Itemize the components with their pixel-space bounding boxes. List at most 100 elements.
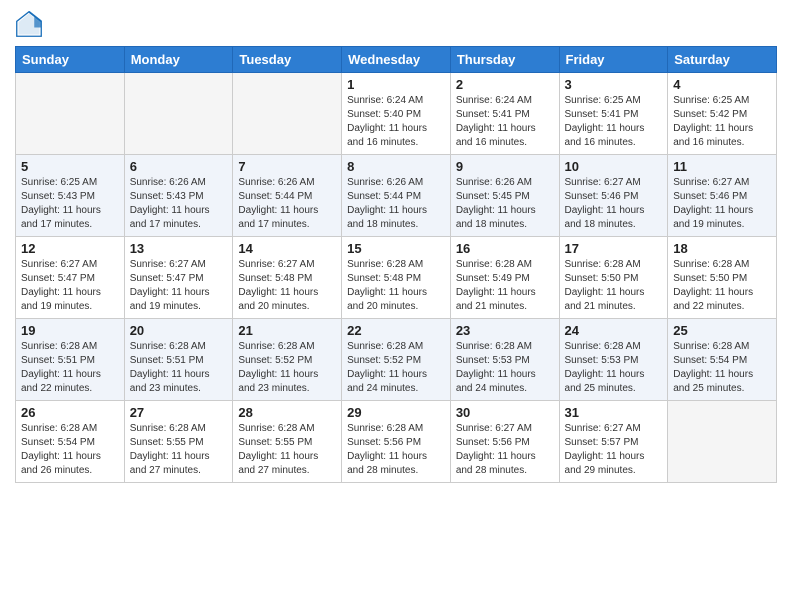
- day-number: 11: [673, 159, 771, 174]
- calendar-cell: 11 Sunrise: 6:27 AM Sunset: 5:46 PM Dayli…: [668, 155, 777, 237]
- calendar-week-row: 1 Sunrise: 6:24 AM Sunset: 5:40 PM Daylig…: [16, 73, 777, 155]
- day-number: 29: [347, 405, 445, 420]
- calendar-week-row: 5 Sunrise: 6:25 AM Sunset: 5:43 PM Daylig…: [16, 155, 777, 237]
- day-info: Sunrise: 6:28 AM Sunset: 5:53 PM Dayligh…: [456, 340, 554, 396]
- day-number: 26: [21, 405, 119, 420]
- calendar-cell: 6 Sunrise: 6:26 AM Sunset: 5:43 PM Daylig…: [124, 155, 233, 237]
- calendar-cell: [668, 401, 777, 483]
- calendar-cell: 24Sunrise: 6:28 AM Sunset: 5:53 PM Dayli…: [559, 319, 668, 401]
- day-info: Sunrise: 6:28 AM Sunset: 5:55 PM Dayligh…: [130, 422, 228, 478]
- day-info: Sunrise: 6:28 AM Sunset: 5:54 PM Dayligh…: [673, 340, 771, 396]
- calendar-cell: [124, 73, 233, 155]
- calendar-cell: 25 Sunrise: 6:28 AM Sunset: 5:54 PM Dayli…: [668, 319, 777, 401]
- logo: [15, 10, 47, 38]
- day-number: 9: [456, 159, 554, 174]
- day-info: Sunrise: 6:28 AM Sunset: 5:53 PM Dayligh…: [565, 340, 663, 396]
- day-number: 4: [673, 77, 771, 92]
- calendar-cell: 28 Sunrise: 6:28 AM Sunset: 5:55 PM Dayli…: [233, 401, 342, 483]
- day-header-thursday: Thursday: [450, 47, 559, 73]
- day-info: Sunrise: 6:28 AM Sunset: 5:56 PM Dayligh…: [347, 422, 445, 478]
- calendar-cell: 12 Sunrise: 6:27 AM Sunset: 5:47 PM Dayli…: [16, 237, 125, 319]
- day-number: 12: [21, 241, 119, 256]
- day-number: 5: [21, 159, 119, 174]
- day-number: 1: [347, 77, 445, 92]
- day-info: Sunrise: 6:28 AM Sunset: 5:55 PM Dayligh…: [238, 422, 336, 478]
- calendar-header-row: SundayMondayTuesdayWednesdayThursdayFrid…: [16, 47, 777, 73]
- calendar-week-row: 19 Sunrise: 6:28 AM Sunset: 5:51 PM Dayli…: [16, 319, 777, 401]
- day-number: 20: [130, 323, 228, 338]
- calendar-week-row: 12 Sunrise: 6:27 AM Sunset: 5:47 PM Dayli…: [16, 237, 777, 319]
- calendar-cell: 9 Sunrise: 6:26 AM Sunset: 5:45 PM Daylig…: [450, 155, 559, 237]
- calendar-cell: 20Sunrise: 6:28 AM Sunset: 5:51 PM Dayli…: [124, 319, 233, 401]
- day-number: 13: [130, 241, 228, 256]
- day-info: Sunrise: 6:28 AM Sunset: 5:50 PM Dayligh…: [565, 258, 663, 314]
- day-header-wednesday: Wednesday: [342, 47, 451, 73]
- calendar-cell: 3Sunrise: 6:25 AM Sunset: 5:41 PM Daylig…: [559, 73, 668, 155]
- day-number: 25: [673, 323, 771, 338]
- calendar-cell: 21 Sunrise: 6:28 AM Sunset: 5:52 PM Dayli…: [233, 319, 342, 401]
- day-number: 6: [130, 159, 228, 174]
- day-number: 28: [238, 405, 336, 420]
- day-info: Sunrise: 6:25 AM Sunset: 5:43 PM Dayligh…: [21, 176, 119, 232]
- day-info: Sunrise: 6:28 AM Sunset: 5:50 PM Dayligh…: [673, 258, 771, 314]
- calendar-cell: 27 Sunrise: 6:28 AM Sunset: 5:55 PM Dayli…: [124, 401, 233, 483]
- calendar-cell: 22 Sunrise: 6:28 AM Sunset: 5:52 PM Dayli…: [342, 319, 451, 401]
- day-number: 22: [347, 323, 445, 338]
- day-header-sunday: Sunday: [16, 47, 125, 73]
- day-info: Sunrise: 6:24 AM Sunset: 5:41 PM Dayligh…: [456, 94, 554, 150]
- day-info: Sunrise: 6:28 AM Sunset: 5:52 PM Dayligh…: [238, 340, 336, 396]
- day-info: Sunrise: 6:28 AM Sunset: 5:48 PM Dayligh…: [347, 258, 445, 314]
- calendar-cell: 19 Sunrise: 6:28 AM Sunset: 5:51 PM Dayli…: [16, 319, 125, 401]
- page: SundayMondayTuesdayWednesdayThursdayFrid…: [0, 0, 792, 612]
- day-info: Sunrise: 6:28 AM Sunset: 5:49 PM Dayligh…: [456, 258, 554, 314]
- calendar-cell: 26 Sunrise: 6:28 AM Sunset: 5:54 PM Dayli…: [16, 401, 125, 483]
- day-number: 19: [21, 323, 119, 338]
- calendar-cell: 18 Sunrise: 6:28 AM Sunset: 5:50 PM Dayli…: [668, 237, 777, 319]
- day-number: 30: [456, 405, 554, 420]
- day-info: Sunrise: 6:28 AM Sunset: 5:51 PM Dayligh…: [21, 340, 119, 396]
- day-number: 8: [347, 159, 445, 174]
- day-number: 2: [456, 77, 554, 92]
- day-info: Sunrise: 6:27 AM Sunset: 5:47 PM Dayligh…: [130, 258, 228, 314]
- calendar-cell: 5 Sunrise: 6:25 AM Sunset: 5:43 PM Daylig…: [16, 155, 125, 237]
- day-info: Sunrise: 6:27 AM Sunset: 5:57 PM Dayligh…: [565, 422, 663, 478]
- header: [15, 10, 777, 38]
- calendar-cell: 15Sunrise: 6:28 AM Sunset: 5:48 PM Dayli…: [342, 237, 451, 319]
- day-info: Sunrise: 6:27 AM Sunset: 5:47 PM Dayligh…: [21, 258, 119, 314]
- calendar-cell: 1 Sunrise: 6:24 AM Sunset: 5:40 PM Daylig…: [342, 73, 451, 155]
- day-header-tuesday: Tuesday: [233, 47, 342, 73]
- day-number: 27: [130, 405, 228, 420]
- day-info: Sunrise: 6:25 AM Sunset: 5:41 PM Dayligh…: [565, 94, 663, 150]
- day-info: Sunrise: 6:24 AM Sunset: 5:40 PM Dayligh…: [347, 94, 445, 150]
- day-number: 21: [238, 323, 336, 338]
- day-number: 16: [456, 241, 554, 256]
- calendar-cell: 13 Sunrise: 6:27 AM Sunset: 5:47 PM Dayli…: [124, 237, 233, 319]
- calendar: SundayMondayTuesdayWednesdayThursdayFrid…: [15, 46, 777, 483]
- calendar-cell: 8 Sunrise: 6:26 AM Sunset: 5:44 PM Daylig…: [342, 155, 451, 237]
- day-number: 17: [565, 241, 663, 256]
- calendar-cell: 29 Sunrise: 6:28 AM Sunset: 5:56 PM Dayli…: [342, 401, 451, 483]
- day-number: 31: [565, 405, 663, 420]
- day-info: Sunrise: 6:28 AM Sunset: 5:52 PM Dayligh…: [347, 340, 445, 396]
- day-header-monday: Monday: [124, 47, 233, 73]
- calendar-cell: [233, 73, 342, 155]
- calendar-cell: 10Sunrise: 6:27 AM Sunset: 5:46 PM Dayli…: [559, 155, 668, 237]
- calendar-cell: 7 Sunrise: 6:26 AM Sunset: 5:44 PM Daylig…: [233, 155, 342, 237]
- calendar-cell: 23 Sunrise: 6:28 AM Sunset: 5:53 PM Dayli…: [450, 319, 559, 401]
- calendar-cell: 2 Sunrise: 6:24 AM Sunset: 5:41 PM Daylig…: [450, 73, 559, 155]
- day-number: 7: [238, 159, 336, 174]
- day-number: 10: [565, 159, 663, 174]
- day-info: Sunrise: 6:27 AM Sunset: 5:46 PM Dayligh…: [673, 176, 771, 232]
- day-number: 14: [238, 241, 336, 256]
- day-number: 23: [456, 323, 554, 338]
- day-info: Sunrise: 6:26 AM Sunset: 5:44 PM Dayligh…: [347, 176, 445, 232]
- day-info: Sunrise: 6:26 AM Sunset: 5:43 PM Dayligh…: [130, 176, 228, 232]
- calendar-cell: 17 Sunrise: 6:28 AM Sunset: 5:50 PM Dayli…: [559, 237, 668, 319]
- day-info: Sunrise: 6:26 AM Sunset: 5:45 PM Dayligh…: [456, 176, 554, 232]
- calendar-cell: [16, 73, 125, 155]
- day-number: 18: [673, 241, 771, 256]
- day-info: Sunrise: 6:27 AM Sunset: 5:48 PM Dayligh…: [238, 258, 336, 314]
- day-info: Sunrise: 6:26 AM Sunset: 5:44 PM Dayligh…: [238, 176, 336, 232]
- day-info: Sunrise: 6:25 AM Sunset: 5:42 PM Dayligh…: [673, 94, 771, 150]
- day-info: Sunrise: 6:28 AM Sunset: 5:54 PM Dayligh…: [21, 422, 119, 478]
